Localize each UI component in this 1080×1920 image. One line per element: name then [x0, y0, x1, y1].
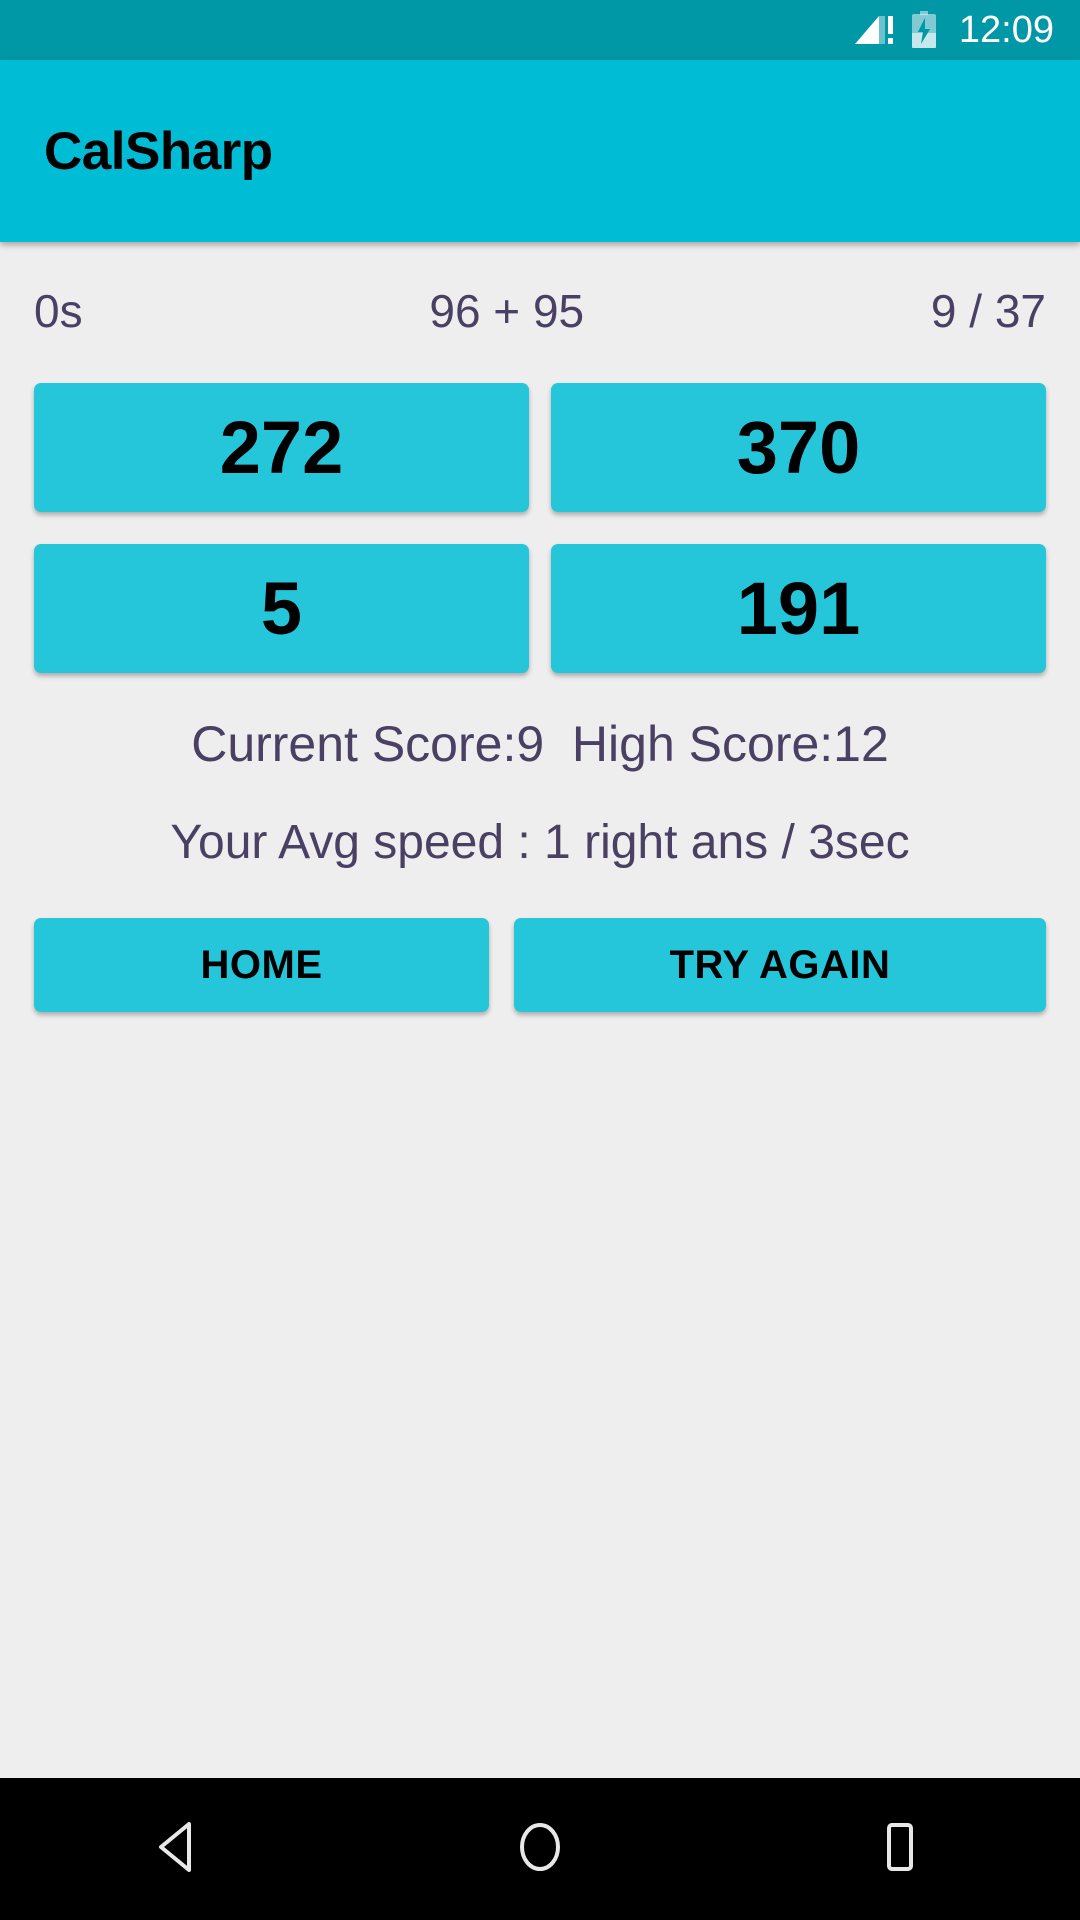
main-content: 0s 96 + 95 9 / 37 272 370 5 191 Current … — [0, 242, 1080, 1778]
score-summary: Current Score:9 High Score:12 — [191, 716, 889, 772]
nav-back-button[interactable] — [100, 1778, 260, 1920]
nav-home-button[interactable] — [460, 1778, 620, 1920]
answer-grid: 272 370 5 191 — [34, 383, 1046, 673]
home-button[interactable]: HOME — [34, 918, 489, 1012]
recents-square-icon — [871, 1818, 929, 1881]
phone-screen: 12:09 CalSharp 0s 96 + 95 9 / 37 272 370… — [0, 0, 1080, 1920]
status-clock: 12:09 — [958, 9, 1054, 51]
progress-label: 9 / 37 — [930, 285, 1046, 337]
nav-recents-button[interactable] — [820, 1778, 980, 1920]
timer-label: 0s — [34, 285, 83, 337]
avg-speed-summary: Your Avg speed : 1 right ans / 3sec — [170, 816, 910, 869]
game-info-row: 0s 96 + 95 9 / 37 — [34, 242, 1046, 338]
question-label: 96 + 95 — [429, 285, 585, 337]
answer-option-1[interactable]: 272 — [34, 383, 529, 512]
answer-option-3[interactable]: 5 — [34, 544, 529, 673]
back-triangle-icon — [151, 1818, 209, 1881]
home-circle-icon — [511, 1818, 569, 1881]
app-bar: CalSharp — [0, 60, 1080, 242]
action-button-row: HOME TRY AGAIN — [34, 918, 1046, 1012]
battery-charging-icon — [911, 11, 937, 49]
signal-no-service-icon — [853, 12, 895, 48]
answer-row: 5 191 — [34, 544, 1046, 673]
app-title: CalSharp — [44, 121, 273, 181]
answer-row: 272 370 — [34, 383, 1046, 512]
status-icon-group: 12:09 — [853, 11, 1054, 49]
answer-option-4[interactable]: 191 — [551, 544, 1046, 673]
android-navigation-bar — [0, 1778, 1080, 1920]
try-again-button[interactable]: TRY AGAIN — [514, 918, 1046, 1012]
answer-option-2[interactable]: 370 — [551, 383, 1046, 512]
status-bar: 12:09 — [0, 0, 1080, 60]
